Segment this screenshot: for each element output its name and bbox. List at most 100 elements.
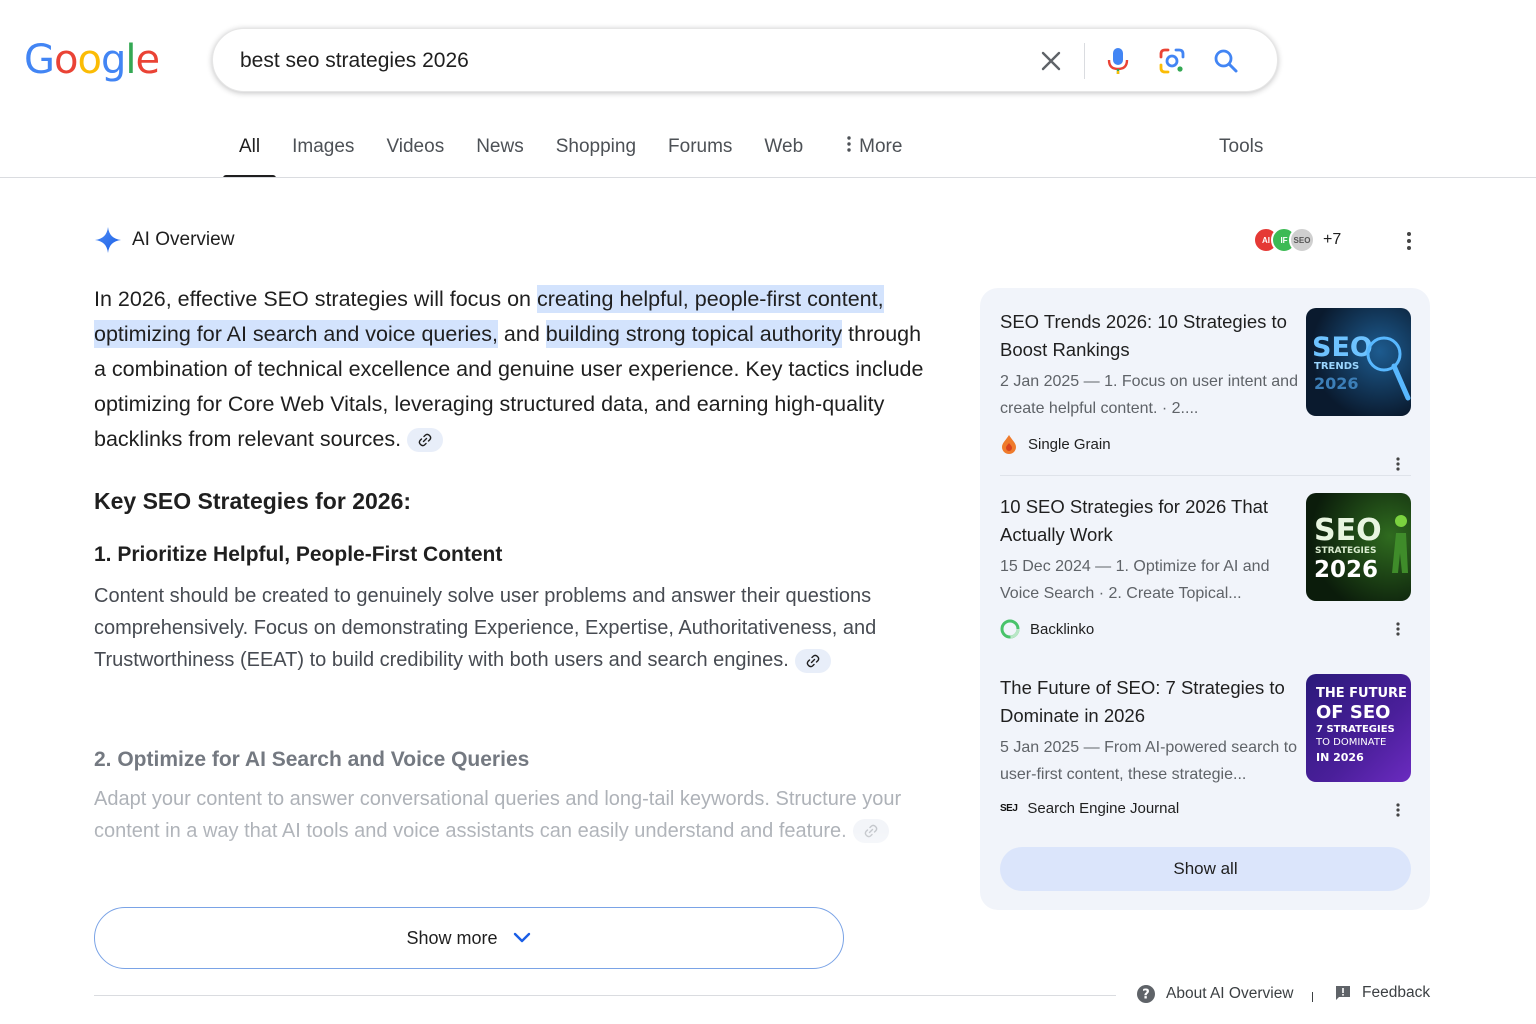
footer-separator — [1312, 992, 1313, 1002]
source-card-snippet: 15 Dec 2024 — 1. Optimize for AI and Voi… — [1000, 558, 1270, 602]
section-text: Content should be created to genuinely s… — [94, 585, 877, 671]
footer-divider — [94, 995, 1116, 996]
source-card-title[interactable]: SEO Trends 2026: 10 Strategies to Boost … — [1000, 308, 1290, 364]
lens-search-button[interactable] — [1145, 29, 1199, 93]
intro-text: and — [497, 322, 546, 346]
ai-overview-menu-button[interactable] — [1397, 228, 1421, 254]
tab-more[interactable]: More — [831, 122, 918, 178]
logo-letter: e — [135, 37, 160, 83]
section-heading: 1. Prioritize Helpful, People-First Cont… — [94, 543, 503, 566]
magnifier-icon — [1366, 336, 1411, 401]
more-vert-icon — [1396, 457, 1400, 471]
header-divider — [0, 177, 1536, 178]
source-thumbnail[interactable]: THE FUTURE OF SEO 7 STRATEGIES TO DOMINA… — [1306, 674, 1411, 782]
source-avatars[interactable]: AI IF SEO +7 — [1253, 227, 1341, 253]
section-heading: 2. Optimize for AI Search and Voice Quer… — [94, 748, 530, 771]
show-more-button[interactable]: Show more — [94, 907, 844, 969]
section-body: Content should be created to genuinely s… — [94, 580, 914, 676]
show-all-button[interactable]: Show all — [1000, 847, 1411, 891]
thumb-text: TO DOMINATE — [1316, 737, 1387, 748]
sources-count: +7 — [1323, 231, 1342, 248]
about-ai-overview-label: About AI Overview — [1166, 985, 1294, 1002]
logo-letter: o — [77, 37, 102, 83]
source-card[interactable]: 10 SEO Strategies for 2026 That Actually… — [1000, 493, 1411, 643]
highlight-text[interactable]: optimizing for AI search and voice queri… — [94, 320, 498, 348]
source-card-title[interactable]: 10 SEO Strategies for 2026 That Actually… — [1000, 493, 1290, 549]
source-card-menu-button[interactable] — [1388, 799, 1408, 821]
ai-overview-title: AI Overview — [132, 229, 235, 250]
single-grain-logo-icon — [1002, 435, 1016, 454]
intro-text: In 2026, effective SEO strategies will f… — [94, 287, 537, 311]
ai-overview-body: In 2026, effective SEO strategies will f… — [94, 282, 924, 457]
about-ai-overview-link[interactable]: ? About AI Overview — [1136, 984, 1294, 1004]
lens-icon — [1159, 48, 1185, 74]
content-fade — [94, 830, 924, 880]
mic-icon — [1107, 48, 1129, 74]
source-card-title[interactable]: The Future of SEO: 7 Strategies to Domin… — [1000, 674, 1290, 730]
source-site-name: Single Grain — [1028, 435, 1111, 453]
tab-forums[interactable]: Forums — [652, 122, 748, 178]
thumb-text: OF SEO — [1316, 702, 1391, 723]
help-icon: ? — [1137, 985, 1155, 1003]
link-icon — [418, 433, 432, 447]
source-card-site[interactable]: Single Grain — [1000, 434, 1111, 454]
source-thumbnail[interactable]: SEO STRATEGIES 2026 — [1306, 493, 1411, 601]
more-vert-icon — [1396, 803, 1400, 817]
search-tabs: All Images Videos News Shopping Forums W… — [223, 122, 918, 178]
key-strategies-heading: Key SEO Strategies for 2026: — [94, 488, 412, 514]
thumb-text: IN 2026 — [1316, 751, 1364, 764]
svg-text:?: ? — [1142, 988, 1150, 1003]
more-vert-icon — [1407, 232, 1411, 250]
more-vert-icon — [847, 136, 851, 152]
feedback-label: Feedback — [1362, 984, 1431, 1001]
more-vert-icon — [1396, 622, 1400, 636]
citation-link-button[interactable] — [794, 648, 831, 673]
tab-news[interactable]: News — [460, 122, 540, 178]
tools-button[interactable]: Tools — [1219, 136, 1263, 158]
chevron-down-icon — [513, 932, 530, 943]
source-site-name: Search Engine Journal — [1027, 800, 1180, 817]
logo-letter: o — [54, 37, 79, 83]
clear-search-button[interactable] — [1024, 29, 1078, 93]
highlight-text[interactable]: building strong topical authority — [545, 320, 843, 348]
citation-link-button[interactable] — [407, 428, 444, 453]
search-box[interactable]: best seo strategies 2026 — [212, 28, 1278, 92]
thumb-text: THE FUTURE — [1316, 686, 1407, 701]
voice-search-button[interactable] — [1091, 29, 1145, 93]
close-icon — [1041, 51, 1061, 71]
source-card[interactable]: The Future of SEO: 7 Strategies to Domin… — [1000, 674, 1411, 824]
source-card-snippet: 2 Jan 2025 — 1. Focus on user intent and… — [1000, 373, 1298, 417]
tab-more-label: More — [859, 136, 903, 157]
feedback-link[interactable]: Feedback — [1334, 984, 1430, 1002]
highlight-text[interactable]: creating helpful, people-first content, — [536, 285, 884, 313]
thumb-text: 7 STRATEGIES — [1316, 724, 1395, 735]
divider — [1084, 43, 1085, 79]
search-input[interactable]: best seo strategies 2026 — [240, 49, 469, 73]
sparkle-icon — [95, 227, 121, 253]
tab-shopping[interactable]: Shopping — [540, 122, 652, 178]
ai-overview-intro: In 2026, effective SEO strategies will f… — [94, 282, 924, 457]
figure-icon — [1392, 515, 1408, 573]
tab-web[interactable]: Web — [748, 122, 819, 178]
logo-letter: G — [24, 37, 55, 83]
source-thumbnail[interactable]: SEO TRENDS 2026 — [1306, 308, 1411, 416]
search-button[interactable] — [1199, 29, 1253, 93]
logo-letter: g — [100, 37, 126, 83]
tab-all[interactable]: All — [223, 122, 277, 178]
source-card-site[interactable]: Backlinko — [1000, 619, 1094, 639]
source-card-menu-button[interactable] — [1388, 453, 1408, 475]
source-card[interactable]: SEO Trends 2026: 10 Strategies to Boost … — [1000, 308, 1411, 471]
show-more-label: Show more — [406, 927, 498, 948]
source-card-menu-button[interactable] — [1388, 618, 1408, 640]
source-favicon: SEO — [1289, 227, 1315, 253]
google-logo[interactable]: Google — [24, 36, 160, 84]
tab-videos[interactable]: Videos — [370, 122, 460, 178]
logo-letter: l — [125, 37, 136, 83]
tab-images[interactable]: Images — [276, 122, 370, 178]
feedback-icon — [1336, 986, 1350, 1000]
sources-panel: SEO Trends 2026: 10 Strategies to Boost … — [980, 288, 1430, 910]
backlinko-logo-icon — [1000, 619, 1020, 639]
card-divider — [1000, 475, 1411, 476]
source-card-site[interactable]: SEJ Search Engine Journal — [1000, 800, 1179, 817]
search-icon — [1214, 49, 1238, 73]
